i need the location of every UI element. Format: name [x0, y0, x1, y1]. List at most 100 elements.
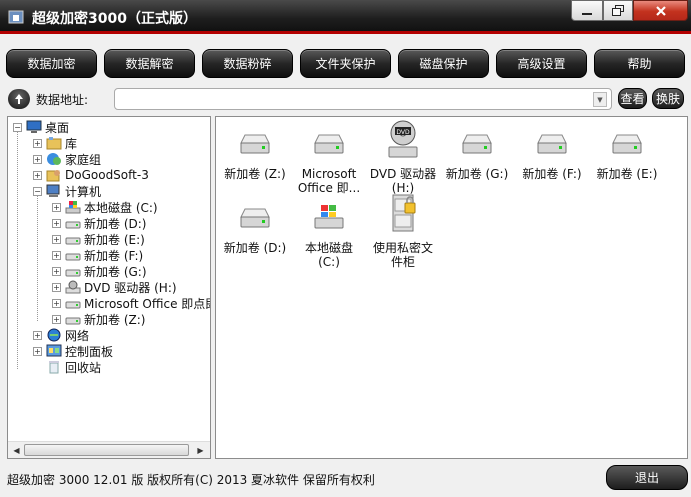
tree-item-drive-f[interactable]: + 新加卷 (F:): [52, 247, 143, 263]
restore-button[interactable]: [603, 0, 633, 21]
tree-item-computer[interactable]: − 计算机: [33, 183, 101, 199]
restore-icon: [612, 5, 624, 16]
tree-item-drive-g[interactable]: + 新加卷 (G:): [52, 263, 147, 279]
recycle-bin-icon: [49, 361, 59, 374]
file-view[interactable]: 新加卷 (Z:) Microsoft Office 即... DVD DVD 驱…: [215, 116, 688, 459]
item-label: 本地磁盘 (C:): [304, 241, 353, 269]
tree-item-office[interactable]: + Microsoft Office 即点即: [52, 295, 210, 311]
change-skin-button[interactable]: 换肤: [652, 88, 684, 109]
up-arrow-icon: [15, 94, 23, 104]
up-button[interactable]: [8, 89, 30, 109]
address-dropdown-button[interactable]: ▼: [593, 92, 607, 107]
drive-item-f[interactable]: 新加卷 (F:): [517, 129, 587, 181]
drive-icon: [314, 134, 344, 154]
expand-toggle[interactable]: +: [52, 218, 61, 228]
windows-drive-icon: [314, 205, 344, 229]
tree-item-drive-d[interactable]: + 新加卷 (D:): [52, 215, 146, 231]
expand-toggle[interactable]: +: [52, 234, 61, 244]
tree-item-desktop[interactable]: − 桌面: [13, 119, 69, 135]
item-label: 新加卷 (D:): [223, 241, 287, 255]
advanced-settings-button[interactable]: 高级设置: [496, 49, 587, 78]
minimize-button[interactable]: [571, 0, 603, 21]
tree-item-user[interactable]: + DoGoodSoft-3: [33, 167, 149, 183]
address-input[interactable]: [114, 88, 612, 110]
expand-toggle[interactable]: +: [52, 314, 61, 324]
tree-item-label: DVD 驱动器 (H:): [84, 280, 177, 295]
scroll-thumb[interactable]: [24, 444, 189, 456]
drive-icon: [537, 134, 567, 154]
disk-protect-button[interactable]: 磁盘保护: [398, 49, 489, 78]
tree-item-dvd-h[interactable]: + DVD 驱动器 (H:): [52, 279, 177, 295]
dvd-drive-icon: DVD: [388, 120, 418, 158]
expand-toggle[interactable]: +: [52, 282, 61, 292]
item-label: Microsoft Office 即...: [297, 167, 361, 195]
tree-horizontal-scrollbar[interactable]: ◀ ▶: [8, 441, 210, 458]
tree-item-drive-e[interactable]: + 新加卷 (E:): [52, 231, 145, 247]
homegroup-icon: [47, 153, 61, 165]
tree-item-label: 新加卷 (F:): [84, 248, 144, 263]
tree-item-label: 控制面板: [65, 344, 114, 359]
expand-toggle[interactable]: +: [33, 138, 42, 148]
expand-toggle[interactable]: +: [52, 202, 61, 212]
tree-item-label: 桌面: [45, 120, 70, 135]
tree-item-drive-z[interactable]: + 新加卷 (Z:): [52, 311, 145, 327]
item-label: 新加卷 (F:): [522, 167, 582, 181]
expand-toggle[interactable]: +: [33, 330, 42, 340]
drive-icon: [65, 221, 81, 229]
tree-item-homegroup[interactable]: + 家庭组: [33, 151, 101, 167]
tree-guide-line: [37, 195, 38, 321]
tree-item-recycle-bin[interactable]: 回收站: [33, 359, 101, 375]
expand-toggle[interactable]: +: [33, 170, 42, 180]
tree-item-library[interactable]: + 库: [33, 135, 77, 151]
collapse-toggle[interactable]: −: [33, 186, 42, 196]
scroll-left-icon[interactable]: ◀: [10, 444, 23, 457]
drive-item-dvd-h[interactable]: DVD DVD 驱动器 (H:): [368, 119, 438, 195]
tree-item-label: 网络: [65, 328, 90, 343]
drive-icon: [65, 253, 81, 261]
close-button[interactable]: [633, 0, 688, 21]
drive-item-d[interactable]: 新加卷 (D:): [220, 203, 290, 255]
app-lock-icon: [8, 10, 24, 24]
drive-icon: [65, 237, 81, 245]
collapse-toggle[interactable]: −: [13, 122, 22, 132]
tree-item-drive-c[interactable]: + 本地磁盘 (C:): [52, 199, 158, 215]
shred-data-button[interactable]: 数据粉碎: [202, 49, 293, 78]
close-icon: [655, 5, 666, 16]
drive-item-office[interactable]: Microsoft Office 即...: [294, 129, 364, 195]
item-label: 新加卷 (E:): [596, 167, 658, 181]
expand-toggle[interactable]: +: [52, 266, 61, 276]
expand-toggle[interactable]: +: [52, 250, 61, 260]
drive-icon: [462, 134, 492, 154]
tree-item-network[interactable]: + 网络: [33, 327, 89, 343]
exit-button[interactable]: 退出: [606, 465, 688, 490]
view-button[interactable]: 查看: [618, 88, 647, 109]
address-label: 数据地址:: [36, 93, 89, 107]
tree-item-label: 库: [65, 136, 78, 151]
svg-text:DVD: DVD: [396, 129, 410, 136]
drive-item-z[interactable]: 新加卷 (Z:): [220, 129, 290, 181]
decrypt-data-button[interactable]: 数据解密: [104, 49, 195, 78]
expand-toggle[interactable]: +: [33, 346, 42, 356]
tree-item-control-panel[interactable]: + 控制面板: [33, 343, 113, 359]
user-folder-icon: [46, 170, 60, 182]
scroll-right-icon[interactable]: ▶: [194, 444, 207, 457]
tree-item-label: 新加卷 (D:): [84, 216, 147, 231]
encrypt-data-button[interactable]: 数据加密: [6, 49, 97, 78]
folder-tree[interactable]: − 桌面 + 库 + 家庭组 + DoGoodSoft-3 − 计算机 + 本地…: [7, 116, 211, 459]
drive-item-c[interactable]: 本地磁盘 (C:): [294, 203, 364, 269]
expand-toggle[interactable]: +: [52, 298, 61, 308]
drive-item-e[interactable]: 新加卷 (E:): [592, 129, 662, 181]
private-cabinet-icon: [392, 194, 416, 232]
network-icon: [47, 328, 61, 342]
help-button[interactable]: 帮助: [594, 49, 685, 78]
folder-protect-button[interactable]: 文件夹保护: [300, 49, 391, 78]
main-toolbar: 数据加密 数据解密 数据粉碎 文件夹保护 磁盘保护 高级设置 帮助: [6, 49, 688, 79]
item-label: 使用私密文件柜: [372, 241, 433, 269]
item-label: 新加卷 (G:): [445, 167, 509, 181]
drive-icon: [240, 208, 270, 228]
drive-icon: [65, 269, 81, 277]
private-cabinet-item[interactable]: 使用私密文件柜: [368, 193, 438, 269]
expand-toggle[interactable]: +: [33, 154, 42, 164]
drive-item-g[interactable]: 新加卷 (G:): [442, 129, 512, 181]
drive-icon: [612, 134, 642, 154]
